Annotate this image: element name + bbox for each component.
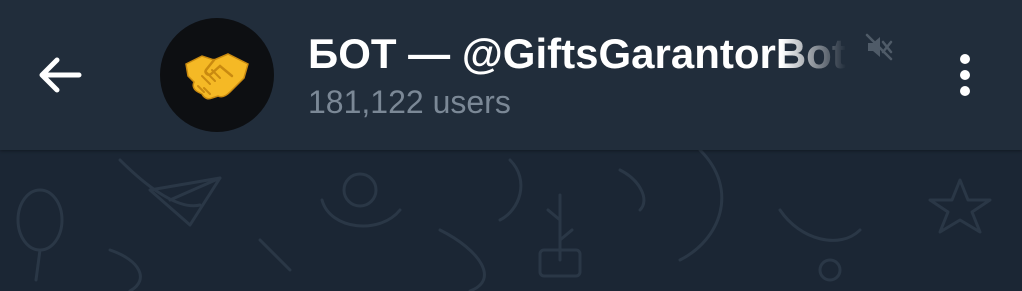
handshake-icon [185, 53, 249, 100]
arrow-left-icon [39, 57, 82, 93]
doodle-pattern [16, 150, 992, 291]
muted-speaker-icon [865, 33, 893, 61]
back-button[interactable] [22, 42, 98, 108]
avatar[interactable] [160, 18, 274, 132]
member-count: 181,122 users [308, 84, 511, 120]
chat-background [0, 150, 1022, 291]
chat-title: БОТ — @GiftsGarantorBot [308, 30, 846, 77]
vertical-dots-icon [960, 54, 970, 96]
more-menu-button[interactable] [940, 42, 990, 108]
chat-header: БОТ — @GiftsGarantorBot 181,122 users [0, 0, 1022, 150]
chat-screen: БОТ — @GiftsGarantorBot 181,122 users [0, 0, 1022, 291]
title-row[interactable]: БОТ — @GiftsGarantorBot [308, 24, 868, 84]
